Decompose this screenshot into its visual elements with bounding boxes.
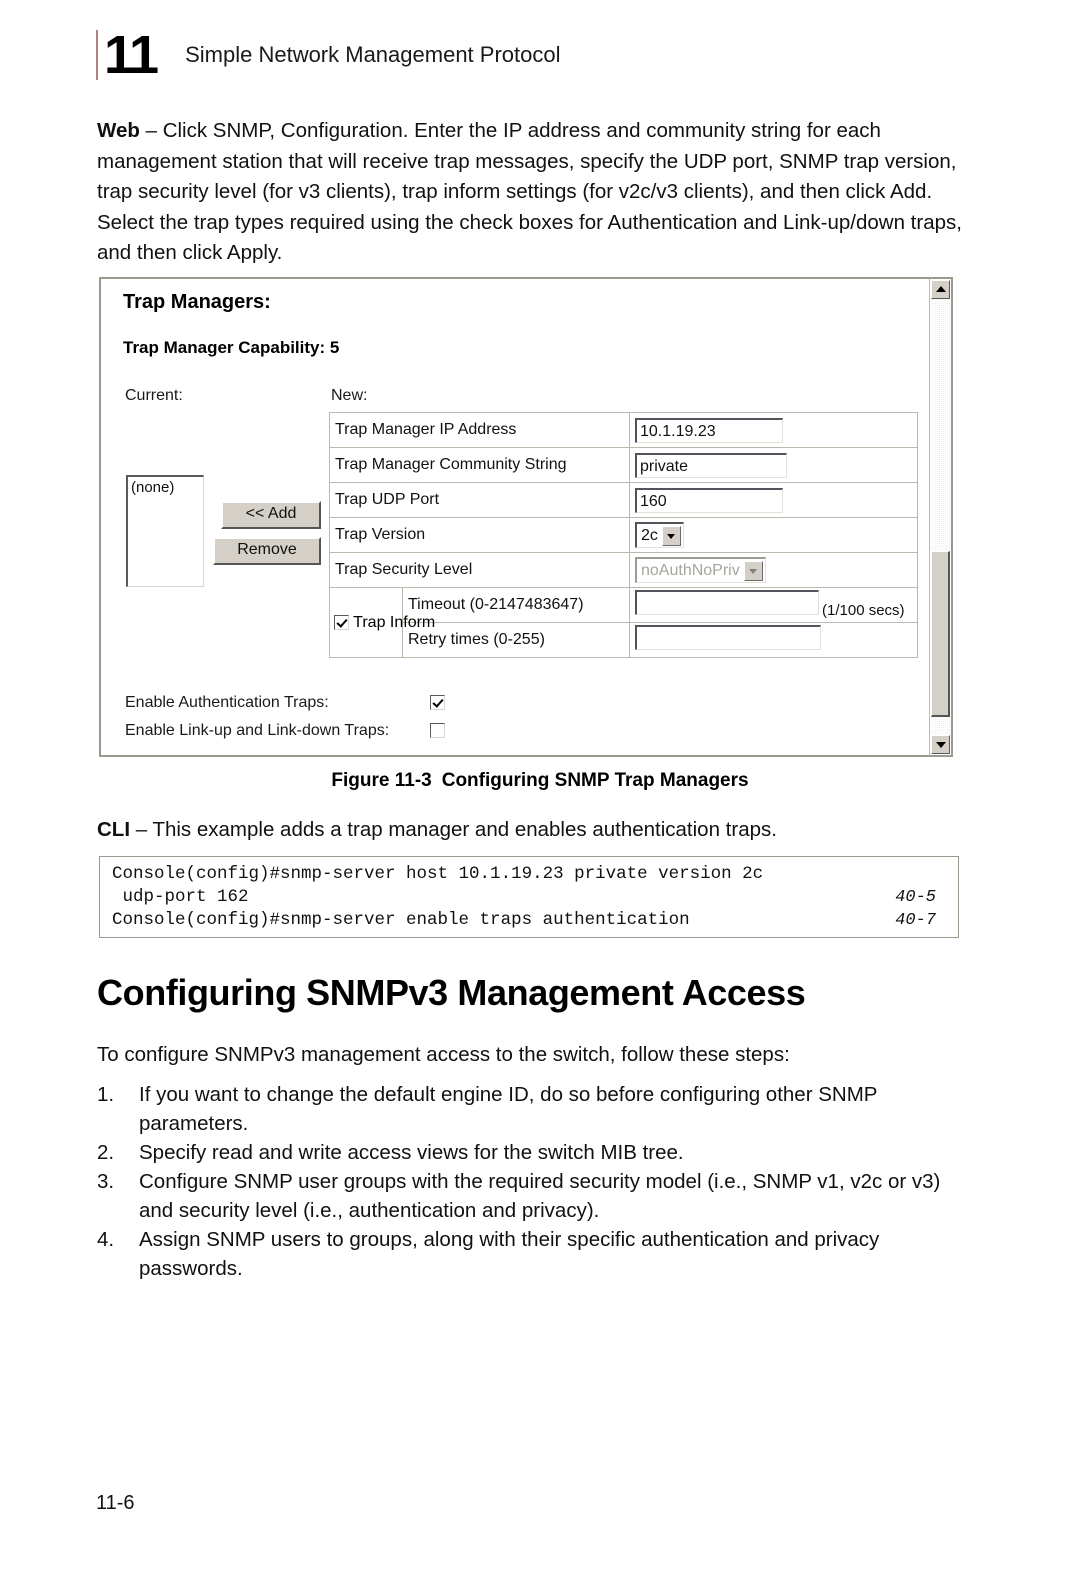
- dialog-title: Trap Managers:: [123, 291, 271, 313]
- enable-authentication-traps-checkbox[interactable]: [430, 695, 445, 710]
- running-head: 11 Simple Network Management Protocol: [96, 26, 560, 84]
- trap-security-level-value: noAuthNoPriv: [641, 561, 740, 579]
- step-text: Configure SNMP user groups with the requ…: [139, 1170, 941, 1222]
- chevron-down-icon[interactable]: [661, 525, 681, 546]
- trap-inform-label: Trap Inform: [353, 613, 436, 631]
- row-label-community-string: Trap Manager Community String: [329, 447, 630, 483]
- triangle-up-icon[interactable]: [931, 280, 950, 299]
- trap-version-select[interactable]: 2c: [635, 522, 684, 548]
- cli-line-ref: 40-7: [895, 911, 936, 930]
- table-row: Trap Manager Community String private: [329, 447, 918, 483]
- page-number: 11-6: [96, 1492, 135, 1514]
- screenshot-content: Trap Managers: Trap Manager Capability: …: [101, 279, 929, 755]
- configuration-steps-list: 1. If you want to change the default eng…: [97, 1080, 965, 1283]
- trap-inform-cell: Trap Inform: [329, 587, 435, 658]
- timeout-value-cell: (1/100 secs): [629, 587, 918, 623]
- row-label-trap-version: Trap Version: [329, 517, 630, 553]
- web-label: Web: [97, 119, 140, 142]
- current-label: Current:: [125, 387, 183, 404]
- chapter-rule: [96, 30, 98, 80]
- cli-line: Console(config)#snmp-server host 10.1.19…: [112, 863, 948, 886]
- table-row: Trap Manager IP Address 10.1.19.23: [329, 412, 918, 448]
- web-instructions-text: – Click SNMP, Configuration. Enter the I…: [97, 119, 962, 264]
- enable-linkupdown-traps-label: Enable Link-up and Link-down Traps:: [125, 722, 390, 739]
- retry-times-value-cell: [629, 622, 918, 658]
- step-number: 4.: [97, 1228, 115, 1251]
- add-button[interactable]: << Add: [221, 501, 321, 529]
- trap-managers-screenshot: Trap Managers: Trap Manager Capability: …: [99, 277, 953, 757]
- row-value-security-level: noAuthNoPriv: [629, 552, 918, 588]
- table-row: Trap UDP Port 160: [329, 482, 918, 518]
- figure-number: Figure 11-3: [331, 770, 432, 791]
- cli-line-text: Console(config)#snmp-server host 10.1.19…: [112, 864, 764, 884]
- cli-line-ref: 40-5: [895, 888, 936, 907]
- current-trap-managers-listbox[interactable]: (none): [126, 475, 204, 587]
- step-number: 1.: [97, 1083, 115, 1106]
- trap-inform-checkbox[interactable]: [334, 614, 349, 630]
- row-value-trap-version: 2c: [629, 517, 918, 553]
- table-row: Trap Security Level noAuthNoPriv: [329, 552, 918, 588]
- section-heading: Configuring SNMPv3 Management Access: [97, 972, 806, 1013]
- step-text: Assign SNMP users to groups, along with …: [139, 1228, 880, 1280]
- step-number: 3.: [97, 1170, 115, 1193]
- cli-label: CLI: [97, 818, 131, 841]
- cli-line-text: udp-port 162: [112, 887, 249, 907]
- section-intro-paragraph: To configure SNMPv3 management access to…: [97, 1043, 790, 1066]
- table-row: Trap Version 2c: [329, 517, 918, 553]
- trap-udp-port-input[interactable]: 160: [635, 487, 783, 513]
- cli-line: udp-port 162 40-5: [112, 886, 948, 909]
- trap-manager-ip-input[interactable]: 10.1.19.23: [635, 417, 783, 443]
- enable-authentication-traps-label: Enable Authentication Traps:: [125, 694, 329, 711]
- enable-linkupdown-traps-checkbox[interactable]: [430, 723, 445, 738]
- list-item[interactable]: (none): [128, 477, 203, 498]
- trap-security-level-select[interactable]: noAuthNoPriv: [635, 557, 766, 583]
- timeout-label: Timeout (0-2147483647): [402, 587, 630, 623]
- chapter-title: Simple Network Management Protocol: [185, 42, 561, 67]
- step-text: If you want to change the default engine…: [139, 1083, 878, 1135]
- trap-inform-retry-input[interactable]: [635, 625, 821, 650]
- list-item: 3. Configure SNMP user groups with the r…: [97, 1167, 965, 1225]
- list-item: 2. Specify read and write access views f…: [97, 1138, 965, 1167]
- list-item: 4. Assign SNMP users to groups, along wi…: [97, 1225, 965, 1283]
- chapter-number: 11: [104, 25, 159, 85]
- row-value-udp-port: 160: [629, 482, 918, 518]
- cli-line-text: Console(config)#snmp-server enable traps…: [112, 910, 690, 930]
- enable-linkupdown-traps-row: Enable Link-up and Link-down Traps:: [125, 722, 445, 740]
- trap-inform-timeout-input[interactable]: [635, 590, 819, 615]
- cli-code-block: Console(config)#snmp-server host 10.1.19…: [99, 856, 959, 938]
- figure-title: Configuring SNMP Trap Managers: [441, 770, 749, 791]
- new-label: New:: [331, 387, 368, 404]
- scrollbar-thumb[interactable]: [931, 551, 950, 717]
- timeout-unit-label: (1/100 secs): [822, 602, 905, 619]
- step-text: Specify read and write access views for …: [139, 1141, 684, 1164]
- retry-times-label: Retry times (0-255): [402, 622, 630, 658]
- step-number: 2.: [97, 1141, 115, 1164]
- remove-button[interactable]: Remove: [213, 537, 321, 565]
- cli-lead-paragraph: CLI – This example adds a trap manager a…: [97, 818, 777, 842]
- trap-version-value: 2c: [641, 526, 658, 544]
- trap-community-string-input[interactable]: private: [635, 452, 787, 478]
- row-label-security-level: Trap Security Level: [329, 552, 630, 588]
- row-value-community-string: private: [629, 447, 918, 483]
- enable-authentication-traps-row: Enable Authentication Traps:: [125, 694, 445, 712]
- row-value-ip-address: 10.1.19.23: [629, 412, 918, 448]
- row-label-udp-port: Trap UDP Port: [329, 482, 630, 518]
- web-instructions-paragraph: Web – Click SNMP, Configuration. Enter t…: [97, 116, 965, 269]
- cli-lead-text: – This example adds a trap manager and e…: [130, 818, 777, 841]
- table-row: Trap Inform Timeout (0-2147483647) (1/10…: [329, 587, 918, 658]
- figure-caption: Figure 11-3 Configuring SNMP Trap Manager…: [0, 770, 1080, 792]
- document-page: 11 Simple Network Management Protocol We…: [0, 0, 1080, 1570]
- triangle-down-icon[interactable]: [931, 735, 950, 754]
- vertical-scrollbar[interactable]: [929, 279, 951, 755]
- new-trap-manager-form: Trap Manager IP Address 10.1.19.23 Trap …: [329, 412, 918, 658]
- trap-manager-capability-label: Trap Manager Capability: 5: [123, 338, 340, 357]
- cli-line: Console(config)#snmp-server enable traps…: [112, 909, 948, 932]
- row-label-ip-address: Trap Manager IP Address: [329, 412, 630, 448]
- list-item: 1. If you want to change the default eng…: [97, 1080, 965, 1138]
- chevron-down-icon[interactable]: [743, 560, 763, 581]
